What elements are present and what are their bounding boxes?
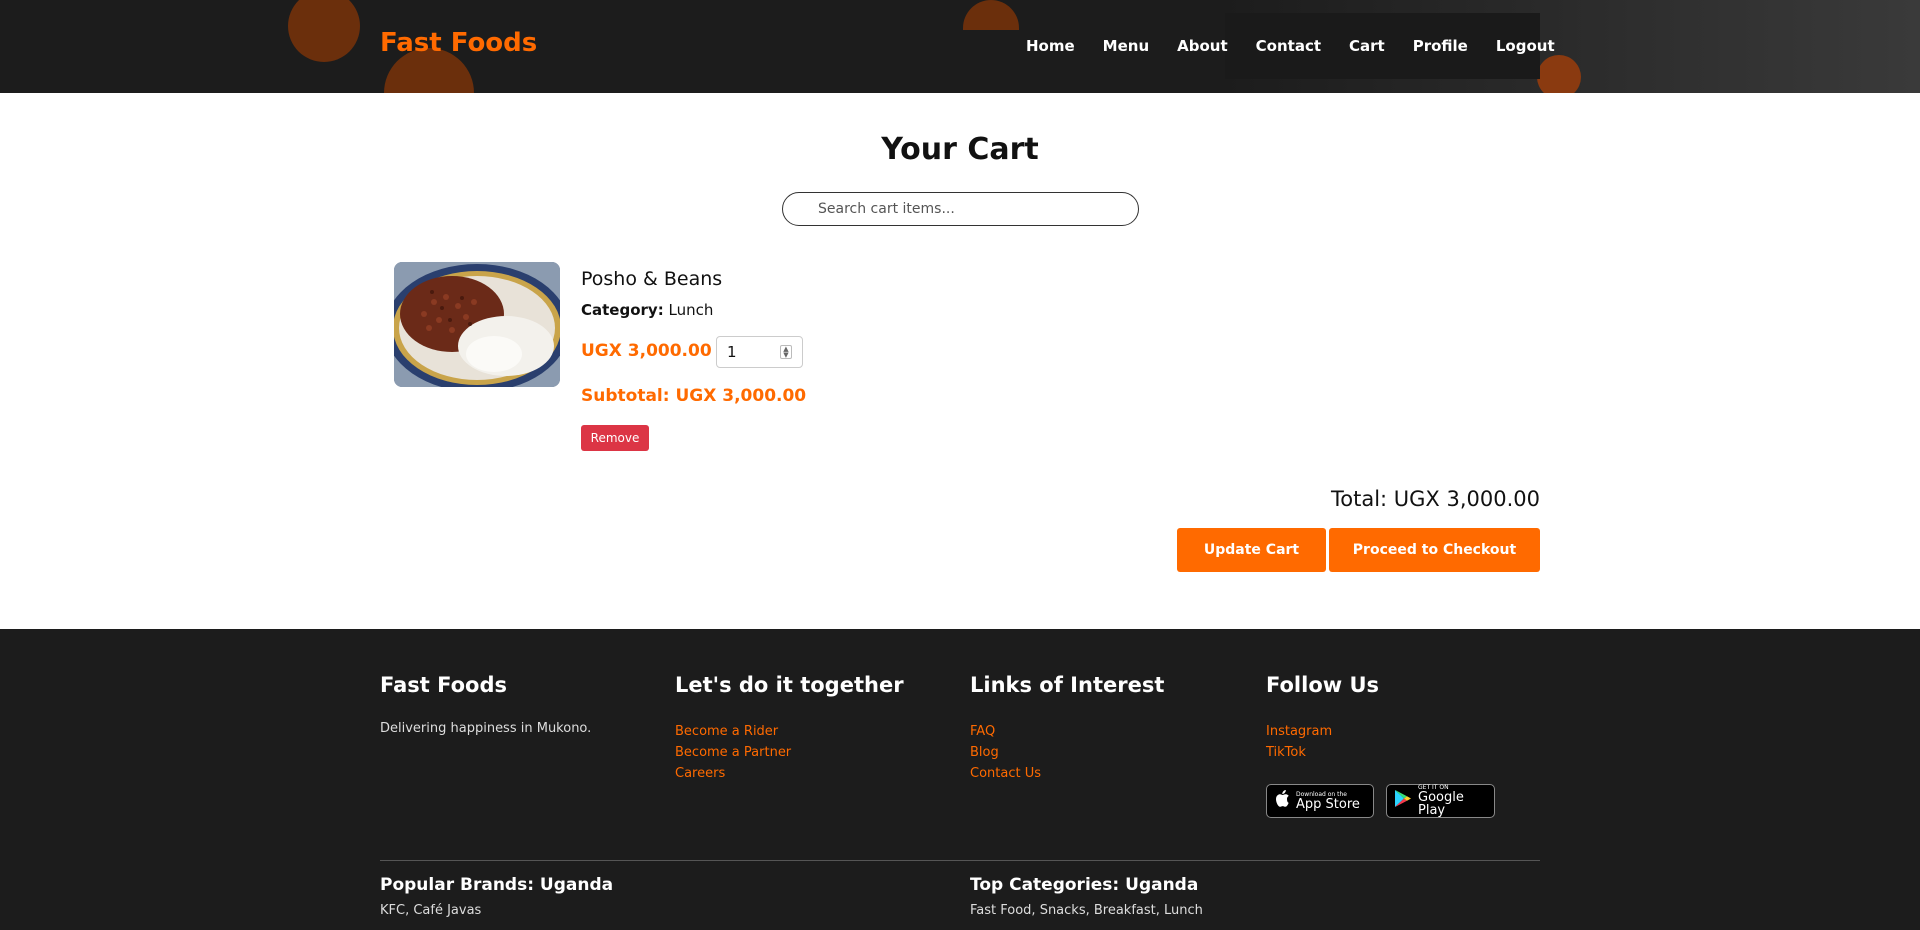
nav-menu[interactable]: Menu	[1103, 37, 1149, 55]
footer-links-title: Links of Interest	[970, 673, 1165, 697]
app-badges: Download on the App Store GET IT ON Goog…	[1266, 784, 1495, 818]
decor-circle	[288, 0, 360, 62]
link-contact-us[interactable]: Contact Us	[970, 763, 1164, 784]
google-play-label: Google Play	[1418, 790, 1464, 818]
footer-divider	[380, 860, 1540, 861]
site-footer: Fast Foods Delivering happiness in Mukon…	[0, 629, 1920, 930]
nav-profile[interactable]: Profile	[1413, 37, 1468, 55]
checkout-button[interactable]: Proceed to Checkout	[1329, 528, 1540, 572]
site-header: Fast Foods Home Menu About Contact Cart …	[0, 0, 1920, 93]
link-blog[interactable]: Blog	[970, 742, 1164, 763]
cart-search-input[interactable]	[782, 192, 1139, 226]
footer-col-links: Links of Interest FAQ Blog Contact Us	[970, 673, 1164, 784]
nav-cart[interactable]: Cart	[1349, 37, 1385, 55]
top-categories-text: Fast Food, Snacks, Breakfast, Lunch	[970, 903, 1203, 918]
cart-item-price: UGX 3,000.00 x	[581, 341, 729, 361]
popular-brands-text: KFC, Café Javas	[380, 903, 482, 918]
quantity-input[interactable]: 1 ▲ ▼	[716, 336, 803, 368]
nav-home[interactable]: Home	[1026, 37, 1075, 55]
footer-col-brand: Fast Foods Delivering happiness in Mukon…	[380, 673, 591, 736]
decor-circle	[963, 0, 1019, 30]
link-become-partner[interactable]: Become a Partner	[675, 742, 904, 763]
nav-about[interactable]: About	[1177, 37, 1228, 55]
remove-button[interactable]: Remove	[581, 425, 649, 451]
category-label: Category:	[581, 301, 664, 319]
link-faq[interactable]: FAQ	[970, 721, 1164, 742]
link-careers[interactable]: Careers	[675, 763, 904, 784]
footer-top-categories: Top Categories: Uganda Fast Food, Snacks…	[970, 875, 1203, 918]
app-store-badge[interactable]: Download on the App Store	[1266, 784, 1374, 818]
link-tiktok[interactable]: TikTok	[1266, 742, 1495, 763]
main-nav: Home Menu About Contact Cart Profile Log…	[1026, 37, 1555, 55]
nav-logout[interactable]: Logout	[1496, 37, 1555, 55]
cart-item-name: Posho & Beans	[581, 268, 723, 290]
nav-contact[interactable]: Contact	[1256, 37, 1321, 55]
cart-total: Total: UGX 3,000.00	[1330, 487, 1540, 511]
brand-logo[interactable]: Fast Foods	[380, 28, 537, 58]
link-become-rider[interactable]: Become a Rider	[675, 721, 904, 742]
footer-popular-brands: Popular Brands: Uganda KFC, Café Javas	[380, 875, 613, 918]
app-store-label: App Store	[1296, 796, 1360, 812]
footer-brand-title: Fast Foods	[380, 673, 508, 697]
apple-icon	[1274, 789, 1290, 813]
cart-item-subtotal: Subtotal: UGX 3,000.00	[581, 386, 807, 406]
update-cart-button[interactable]: Update Cart	[1177, 528, 1326, 572]
quantity-spinner[interactable]: ▲ ▼	[780, 345, 792, 359]
footer-tagline: Delivering happiness in Mukono.	[380, 721, 592, 736]
footer-col-follow: Follow Us Instagram TikTok Download on t…	[1266, 673, 1495, 818]
footer-together-title: Let's do it together	[675, 673, 904, 697]
page-title: Your Cart	[881, 132, 1039, 167]
footer-col-together: Let's do it together Become a Rider Beco…	[675, 673, 904, 784]
top-categories-title: Top Categories: Uganda	[970, 875, 1199, 895]
cart-item-category: Category: Lunch	[581, 301, 713, 319]
google-play-icon	[1394, 789, 1412, 813]
popular-brands-title: Popular Brands: Uganda	[380, 875, 614, 895]
category-value: Lunch	[668, 301, 714, 319]
link-instagram[interactable]: Instagram	[1266, 721, 1495, 742]
google-play-badge[interactable]: GET IT ON Google Play	[1386, 784, 1495, 818]
quantity-value: 1	[727, 343, 737, 361]
cart-item-image	[394, 262, 560, 387]
decor-circle	[1537, 55, 1581, 93]
footer-follow-title: Follow Us	[1266, 673, 1380, 697]
